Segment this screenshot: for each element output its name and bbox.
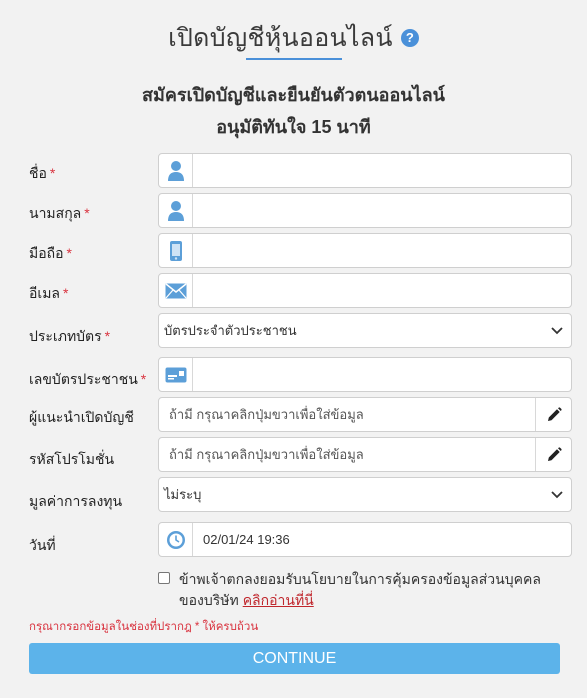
- required-warning: กรุณากรอกข้อมูลในช่องที่ปรากฎ * ให้ครบถ้…: [29, 621, 259, 633]
- consent-row: ข้าพเจ้าตกลงยอมรับนโยบายในการคุ้มครองข้อ…: [158, 569, 558, 611]
- pencil-icon: [547, 446, 562, 461]
- email-label: อีเมล *: [29, 285, 69, 301]
- chevron-down-icon: [551, 490, 563, 498]
- consent-text: ข้าพเจ้าตกลงยอมรับนโยบายในการคุ้มครองข้อ…: [179, 571, 541, 608]
- chevron-down-icon: [551, 326, 563, 334]
- date-label: วันที่: [29, 537, 56, 553]
- card-number-field: [158, 357, 572, 392]
- page-title: เปิดบัญชีหุ้นออนไลน์: [168, 24, 393, 52]
- card-number-label: เลขบัตรประชาชน *: [29, 371, 147, 387]
- first-name-field: [158, 153, 572, 188]
- pencil-icon: [547, 406, 562, 421]
- mobile-label: มือถือ *: [29, 245, 72, 261]
- page-subtitle-approval: อนุมัติทันใจ 15 นาที: [216, 117, 371, 137]
- card-number-input[interactable]: [193, 358, 571, 391]
- email-input[interactable]: [193, 274, 571, 307]
- header: เปิดบัญชีหุ้นออนไลน์?: [0, 18, 587, 58]
- promo-field: [158, 437, 572, 472]
- card-type-selected: บัตรประจำตัวประชาชน: [164, 323, 297, 338]
- clock-icon: [159, 523, 193, 556]
- referrer-edit-button[interactable]: [535, 398, 571, 431]
- privacy-policy-link[interactable]: คลิกอ่านที่นี่: [243, 592, 314, 608]
- user-icon: [159, 154, 193, 187]
- last-name-input[interactable]: [193, 194, 571, 227]
- promo-input[interactable]: [159, 438, 535, 471]
- card-type-label: ประเภทบัตร *: [29, 328, 111, 344]
- date-value: 02/01/24 19:36: [203, 532, 290, 547]
- promo-edit-button[interactable]: [535, 438, 571, 471]
- help-icon[interactable]: ?: [400, 29, 419, 47]
- promo-label: รหัสโปรโมชั่น: [29, 451, 115, 467]
- title-underline: [246, 58, 342, 60]
- date-field: 02/01/24 19:36: [158, 522, 572, 557]
- investment-label: มูลค่าการลงทุน: [29, 493, 123, 509]
- referrer-label: ผู้แนะนำเปิดบัญชี: [29, 409, 134, 425]
- user-icon: [159, 194, 193, 227]
- envelope-icon: [159, 274, 193, 307]
- email-field: [158, 273, 572, 308]
- page-subtitle: สมัครเปิดบัญชีและยืนยันตัวตนออนไลน์: [142, 85, 445, 105]
- referrer-input[interactable]: [159, 398, 535, 431]
- first-name-input[interactable]: [193, 154, 571, 187]
- id-card-icon: [159, 358, 193, 391]
- investment-select[interactable]: ไม่ระบุ: [158, 477, 572, 512]
- card-type-select[interactable]: บัตรประจำตัวประชาชน: [158, 313, 572, 348]
- mobile-phone-icon: [159, 234, 193, 267]
- mobile-input[interactable]: [193, 234, 571, 267]
- continue-button[interactable]: CONTINUE: [29, 643, 560, 674]
- consent-checkbox[interactable]: [158, 572, 170, 584]
- first-name-label: ชื่อ *: [29, 165, 56, 181]
- last-name-field: [158, 193, 572, 228]
- referrer-field: [158, 397, 572, 432]
- investment-selected: ไม่ระบุ: [164, 487, 202, 502]
- last-name-label: นามสกุล *: [29, 205, 90, 221]
- mobile-field: [158, 233, 572, 268]
